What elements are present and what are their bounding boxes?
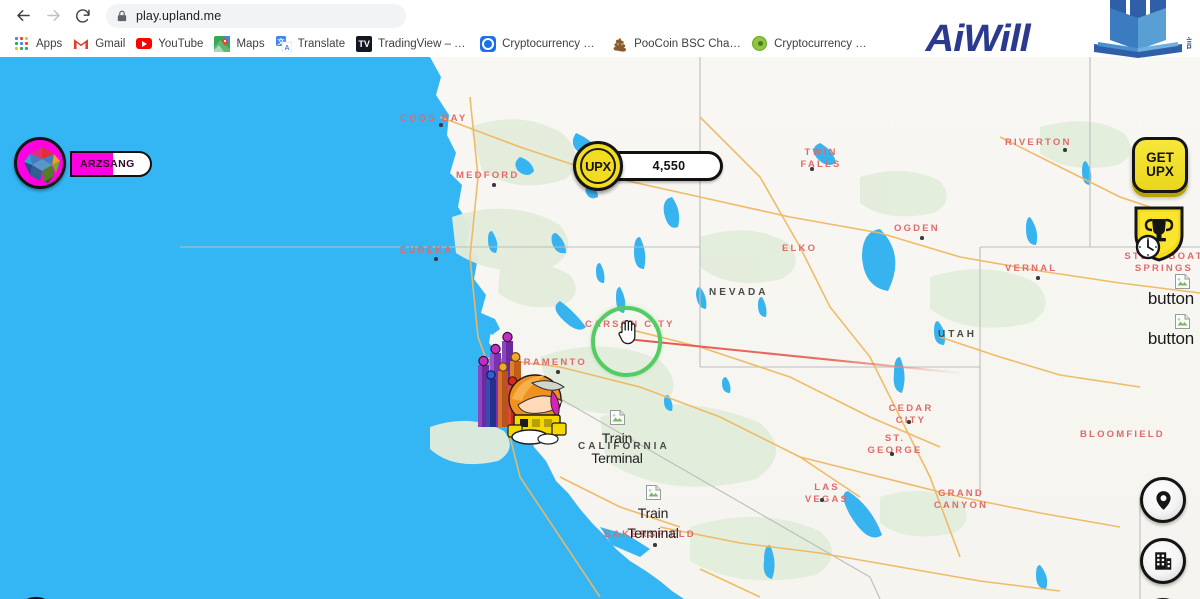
google-maps-icon <box>214 36 231 52</box>
youtube-icon <box>136 36 153 52</box>
bookmark-translate[interactable]: 文 A Translate <box>272 33 353 55</box>
player-name: ARZSANG <box>80 158 135 170</box>
get-upx-button[interactable]: GET UPX <box>1132 137 1188 193</box>
address-bar[interactable]: play.upland.me <box>106 3 406 28</box>
bookmark-poocoin[interactable]: PooCoin BSC Charts <box>608 33 748 55</box>
back-arrow-icon <box>16 9 30 22</box>
svg-text:A: A <box>284 45 289 52</box>
forward-arrow-icon <box>46 9 60 22</box>
property-cluster[interactable] <box>470 327 590 447</box>
avatar[interactable] <box>14 137 66 189</box>
placeholder-button-1[interactable]: button <box>1148 273 1194 309</box>
reload-icon <box>76 8 90 23</box>
bookmark-label: Gmail <box>95 38 126 50</box>
placeholder-button-label: button <box>1147 289 1194 308</box>
address-bar-url: play.upland.me <box>136 8 222 23</box>
bookmarks-bar: Apps Gmail YouTube Maps 文 A Translate TV… <box>0 31 1200 57</box>
location-pin-button[interactable] <box>1140 477 1186 523</box>
bookmark-gmail[interactable]: Gmail <box>69 33 132 55</box>
bookmark-youtube[interactable]: YouTube <box>132 33 210 55</box>
trophy-shield-icon[interactable] <box>1132 205 1186 263</box>
bookmark-label: YouTube <box>158 38 204 50</box>
clock-icon <box>1135 234 1161 260</box>
coingecko-icon <box>752 36 768 52</box>
buildings-button[interactable] <box>1140 538 1186 584</box>
gmail-icon <box>73 36 89 52</box>
bookmark-label: Cryptocurrency Pric... <box>502 38 601 50</box>
poocoin-icon <box>612 36 628 52</box>
bookmark-label: Cryptocurrency Pric... <box>774 38 873 50</box>
browser-toolbar: play.upland.me <box>0 0 1200 31</box>
map-canvas[interactable]: COOS BAY MEDFORD EUREKA TWIN FALLS RIVER… <box>0 57 1200 599</box>
apps-grid-icon <box>14 36 30 52</box>
placeholder-button-2[interactable]: button <box>1148 313 1194 349</box>
tradingview-icon: TV <box>356 36 373 52</box>
bookmark-maps[interactable]: Maps <box>210 33 271 55</box>
forward-button[interactable] <box>38 1 68 31</box>
building-icon <box>1155 552 1172 570</box>
player-name-badge[interactable]: ARZSANG <box>70 151 152 177</box>
grab-hand-cursor <box>618 320 636 345</box>
upx-balance-hud[interactable]: UPX 4,550 <box>573 141 723 191</box>
google-translate-icon: 文 A <box>275 36 292 53</box>
get-upx-line1: GET <box>1146 150 1174 166</box>
bookmark-label: Apps <box>36 38 63 50</box>
broken-image-icon <box>1174 313 1191 330</box>
player-panel[interactable]: ARZSANG <box>14 137 152 189</box>
upx-amount: 4,550 <box>652 159 686 173</box>
upx-coin-icon: UPX <box>573 141 623 191</box>
back-button[interactable] <box>8 1 38 31</box>
coinmarketcap-icon <box>480 36 497 52</box>
broken-image-icon <box>1174 273 1191 290</box>
bookmark-label: TradingView – Track... <box>378 38 469 50</box>
reload-button[interactable] <box>68 1 98 31</box>
lock-icon <box>117 10 127 22</box>
get-upx-line2: UPX <box>1146 164 1174 179</box>
bookmark-label: PooCoin BSC Charts <box>634 38 742 50</box>
bookmark-coingecko[interactable]: Cryptocurrency Pric... <box>748 33 880 55</box>
placeholder-button-label: button <box>1147 329 1194 348</box>
bookmark-label: Maps <box>236 38 265 50</box>
gem-avatar-icon <box>24 147 60 183</box>
upx-symbol: UPX <box>585 158 611 174</box>
bookmark-coinmarketcap[interactable]: Cryptocurrency Pric... <box>476 33 608 55</box>
browser-chrome: play.upland.me Apps Gmail YouTube Maps 文… <box>0 0 1200 57</box>
map-pin-icon <box>1155 490 1171 510</box>
bookmark-label: Translate <box>297 38 346 50</box>
app-root: COOS BAY MEDFORD EUREKA TWIN FALLS RIVER… <box>0 0 1200 599</box>
bookmark-apps[interactable]: Apps <box>10 33 69 55</box>
bookmark-tradingview[interactable]: TV TradingView – Track... <box>352 33 476 55</box>
